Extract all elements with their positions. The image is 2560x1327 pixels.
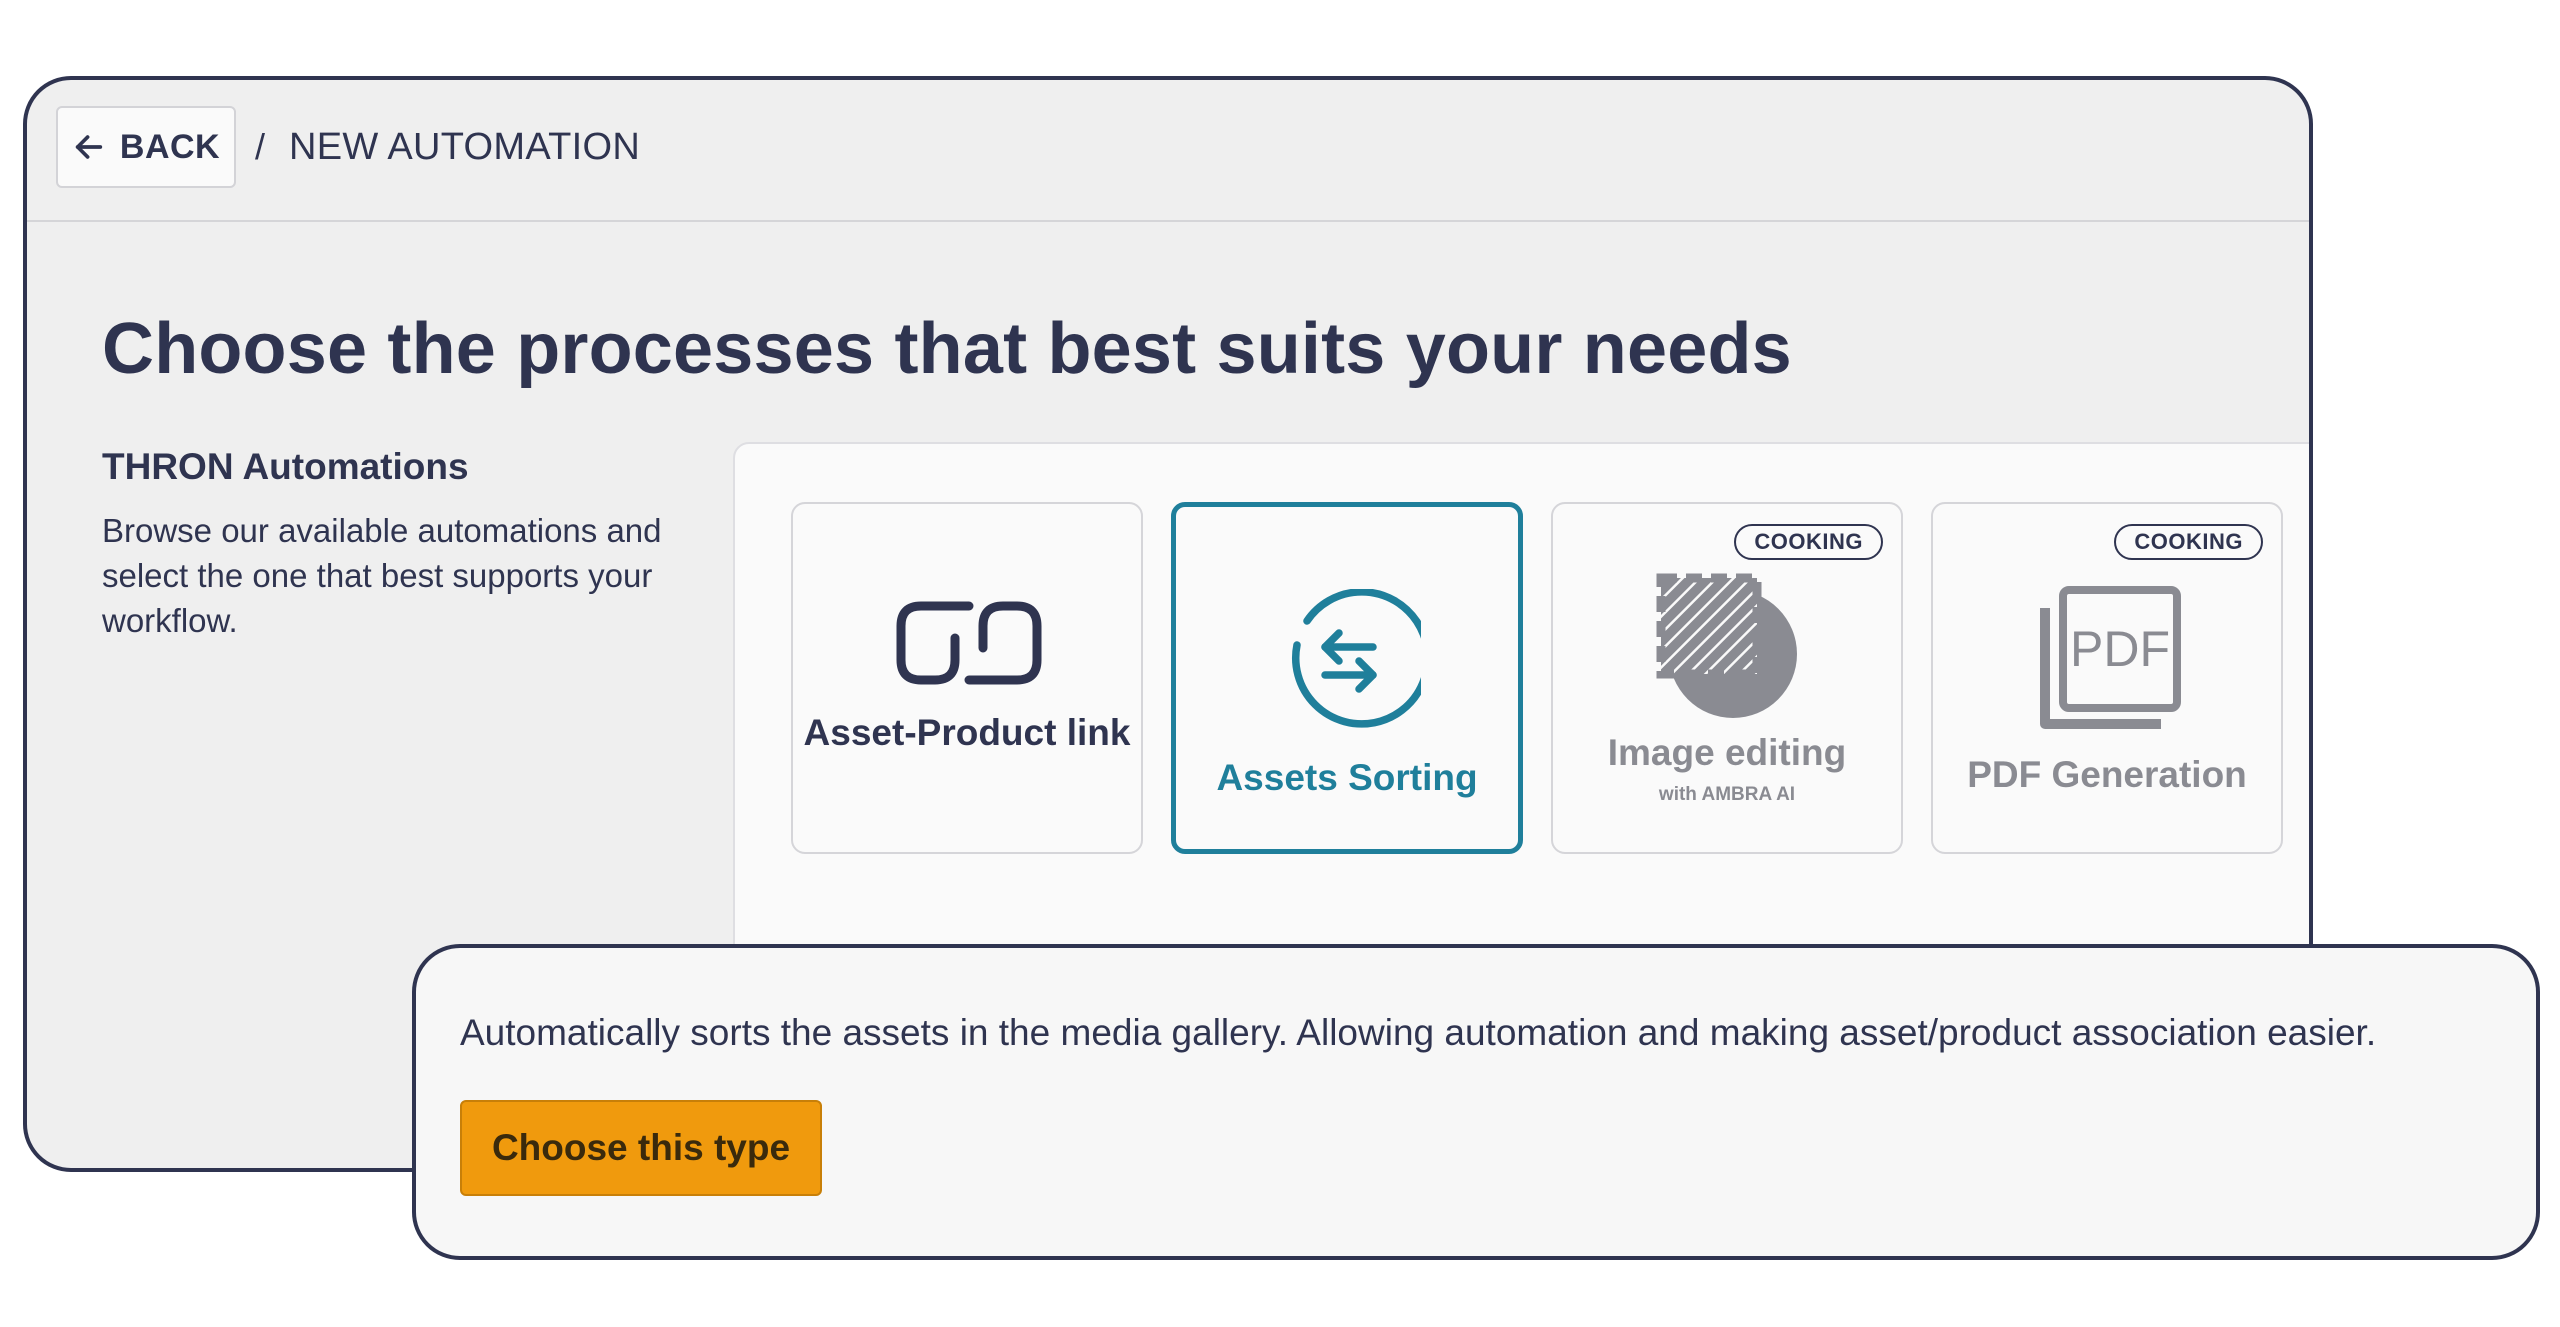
section-description: Browse our available automations and sel… xyxy=(102,512,662,639)
card-label: Asset-Product link xyxy=(803,712,1131,753)
breadcrumb-current: NEW AUTOMATION xyxy=(289,126,641,168)
status-badge: COOKING xyxy=(1734,524,1883,560)
pdf-icon: PDF xyxy=(2040,586,2181,729)
breadcrumb-separator: / xyxy=(255,126,266,167)
choose-this-type-button[interactable]: Choose this type xyxy=(460,1100,822,1196)
selection-info-panel: Automatically sorts the assets in the me… xyxy=(412,944,2540,1260)
card-pdf-generation[interactable]: COOKING PDF PDF Generation xyxy=(1931,502,2283,854)
card-label: Image editing xyxy=(1607,732,1847,773)
pdf-icon-text: PDF xyxy=(2070,621,2170,677)
back-label: BACK xyxy=(119,127,221,166)
top-bar: BACK / NEW AUTOMATION xyxy=(27,80,2309,222)
card-image-editing[interactable]: COOKING Image editing with AMBRA AI xyxy=(1551,502,1903,854)
page-title: Choose the processes that best suits you… xyxy=(102,309,1792,389)
image-editing-icon xyxy=(1656,573,1797,718)
back-button[interactable]: BACK xyxy=(56,106,236,188)
status-badge: COOKING xyxy=(2114,524,2263,560)
section-title: THRON Automations xyxy=(102,446,469,487)
card-assets-sorting[interactable]: Assets Sorting xyxy=(1171,502,1523,854)
link-icon xyxy=(896,601,1042,685)
sort-arrows-icon xyxy=(1291,589,1421,728)
card-asset-product-link[interactable]: Asset-Product link xyxy=(791,502,1143,854)
automation-description: Automatically sorts the assets in the me… xyxy=(460,1012,2377,1053)
arrow-left-icon xyxy=(75,135,103,159)
card-sublabel: with AMBRA AI xyxy=(1658,784,1796,805)
card-label: Assets Sorting xyxy=(1216,757,1478,798)
card-label: PDF Generation xyxy=(1967,754,2247,795)
